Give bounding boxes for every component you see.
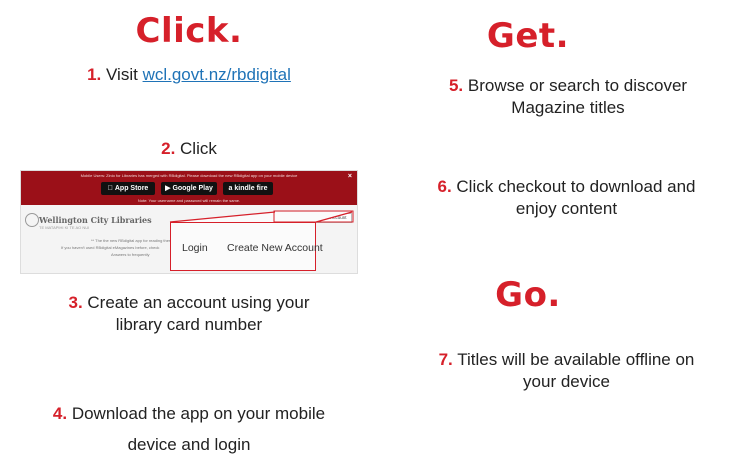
step-text: Visit [106, 65, 143, 84]
step-text: Create an account using your [87, 293, 310, 312]
callout-create-account-button[interactable]: Create New Account [227, 242, 323, 254]
get-heading: Get. [486, 16, 570, 56]
step-text-line-2: device and login [127, 435, 251, 454]
step-number: 5. [448, 76, 464, 95]
step-number: 6. [437, 177, 452, 196]
step-text-line-2: enjoy content [515, 199, 618, 218]
rbdigital-link[interactable]: wcl.govt.nz/rbdigital [143, 65, 291, 84]
step-2: 2. Click [30, 138, 348, 160]
step-6: 6. Click checkout to download and enjoy … [384, 176, 749, 220]
go-heading: Go. [495, 275, 561, 315]
step-text: Click [180, 139, 217, 158]
click-heading: Click. [135, 11, 243, 51]
step-5: 5. Browse or search to discover Magazine… [388, 75, 748, 119]
website-screenshot: Mobile Users: Zinio for Libraries has me… [20, 170, 358, 274]
step-4: 4. Download the app on your mobile devic… [0, 398, 378, 460]
step-number: 2. [161, 139, 176, 158]
step-number: 1. [87, 65, 102, 84]
login-callout: Login Create New Account [170, 222, 323, 271]
step-text: Click checkout to download and [456, 177, 696, 196]
step-text: Titles will be available offline on [457, 350, 695, 369]
step-text-line-2: library card number [115, 315, 263, 334]
step-text-line-2: Magazine titles [511, 98, 625, 117]
step-3: 3. Create an account using your library … [30, 292, 348, 336]
step-1: 1. Visit wcl.govt.nz/rbdigital [30, 64, 348, 86]
step-text-line-2: your device [523, 372, 610, 391]
step-number: 7. [438, 350, 453, 369]
step-text: Download the app on your mobile [71, 404, 326, 423]
step-number: 3. [68, 293, 83, 312]
step-text: Browse or search to discover [467, 76, 688, 95]
step-number: 4. [52, 404, 68, 423]
callout-login-button[interactable]: Login [182, 242, 208, 254]
step-7: 7. Titles will be available offline on y… [384, 349, 749, 393]
